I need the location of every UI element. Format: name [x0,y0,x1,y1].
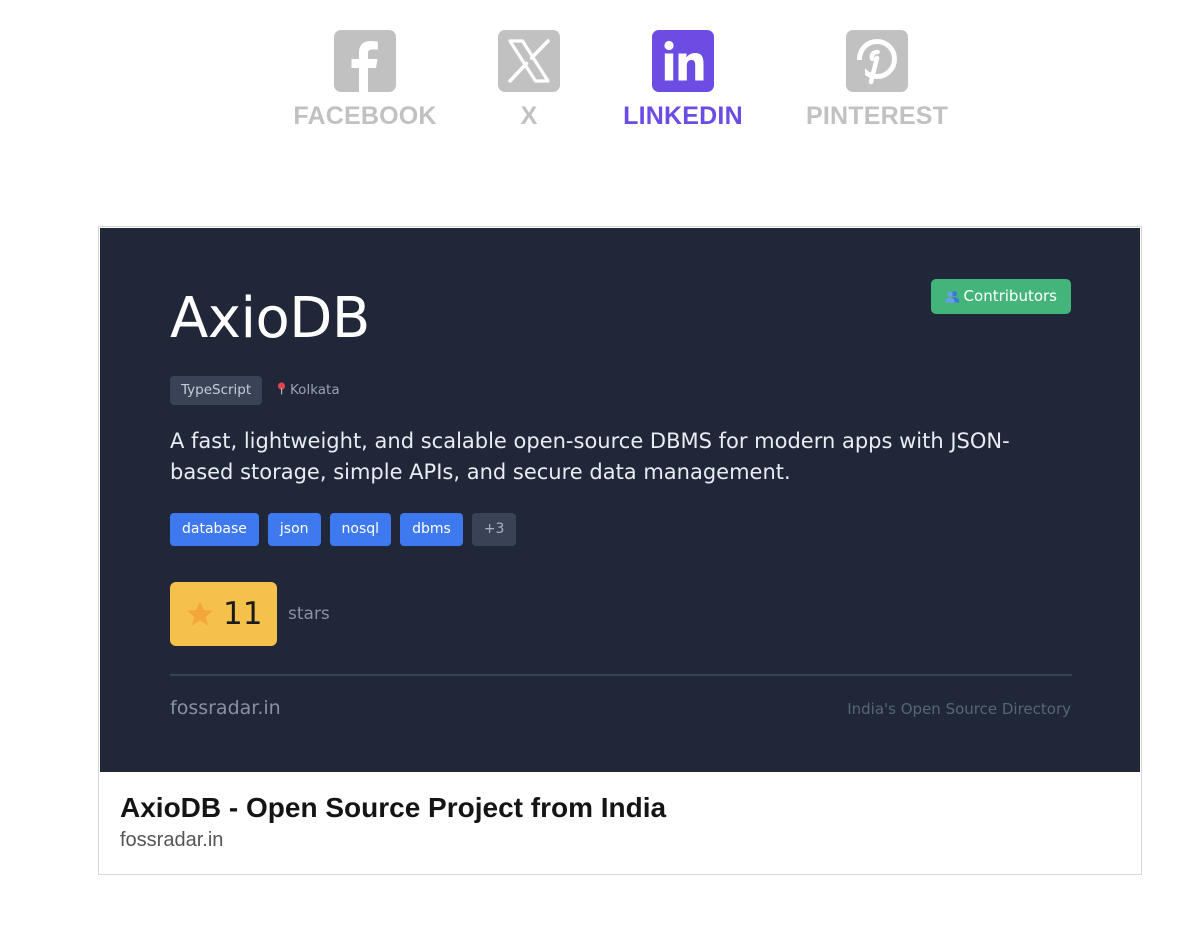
link-preview-card[interactable]: AxioDB Contributors TypeScript Kolkata A [98,226,1142,875]
people-icon [944,281,960,316]
tag: nosql [329,513,392,546]
linkedin-icon [652,30,714,92]
contributors-badge: Contributors [930,279,1071,316]
location: Kolkata [277,376,340,405]
more-tags-badge: +3 [471,513,517,546]
language-chip: TypeScript [170,376,263,405]
share-facebook-label: FACEBOOK [293,102,437,130]
share-bar: FACEBOOK X LINKEDIN PINTEREST [0,0,1200,160]
tag: json [267,513,321,546]
stars-count: 11 [223,596,263,632]
preview-image: AxioDB Contributors TypeScript Kolkata A [100,228,1140,772]
pinterest-icon [846,30,908,92]
project-description: A fast, lightweight, and scalable open-s… [170,429,1010,484]
stars-label: stars [288,604,330,624]
tag: dbms [400,513,463,546]
share-pinterest-label: PINTEREST [806,102,949,130]
stars-badge: 11 [170,582,277,646]
location-label: Kolkata [290,382,340,398]
tag: database [170,513,259,546]
preview-domain: fossradar.in [120,829,224,851]
divider [170,674,1072,676]
project-title: AxioDB [170,286,370,351]
contributors-label: Contributors [963,287,1057,305]
preview-meta: AxioDB - Open Source Project from India … [120,791,666,852]
share-pinterest-button[interactable]: PINTEREST [806,30,948,131]
share-facebook-button[interactable]: FACEBOOK [292,30,438,131]
share-linkedin-label: LINKEDIN [623,102,743,130]
site-name: fossradar.in [170,697,281,719]
preview-title: AxioDB - Open Source Project from India [120,792,667,823]
share-x-button[interactable]: X [498,30,560,131]
pin-icon [277,377,286,406]
share-linkedin-button[interactable]: LINKEDIN [620,30,746,131]
x-icon [498,30,560,92]
star-icon [186,600,214,632]
facebook-icon [334,30,396,92]
share-x-label: X [520,102,538,130]
tag-list: database json nosql dbms +3 [170,513,517,546]
tagline: India's Open Source Directory [847,700,1071,718]
